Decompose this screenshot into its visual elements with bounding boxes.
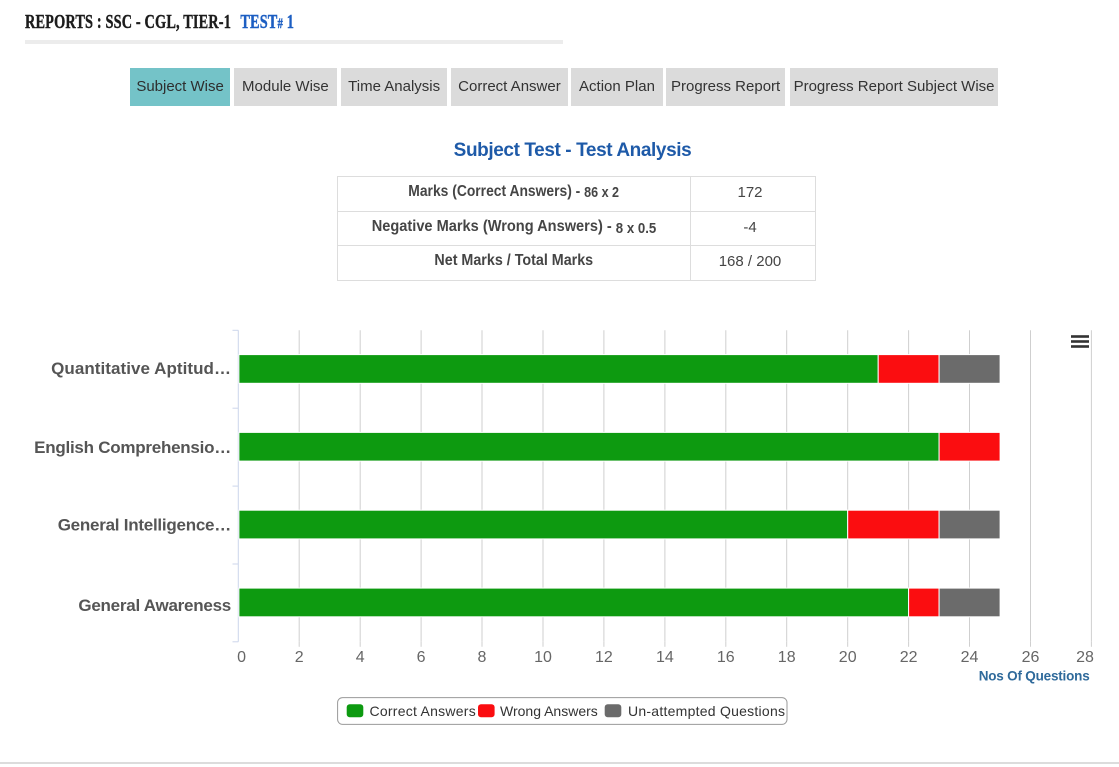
svg-text:16: 16 (717, 649, 735, 666)
svg-text:24: 24 (961, 649, 979, 666)
svg-text:18: 18 (778, 649, 796, 666)
svg-text:Quantitative Aptitud…: Quantitative Aptitud… (51, 359, 231, 378)
svg-text:8: 8 (478, 649, 487, 666)
svg-text:Un-attempted Questions: Un-attempted Questions (628, 703, 785, 719)
svg-text:22: 22 (900, 649, 918, 666)
svg-text:Nos Of Questions: Nos Of Questions (979, 669, 1090, 684)
svg-text:28: 28 (1076, 649, 1094, 666)
svg-text:6: 6 (417, 649, 426, 666)
svg-text:12: 12 (595, 649, 613, 666)
svg-text:14: 14 (656, 649, 674, 666)
svg-text:General Intelligence…: General Intelligence… (58, 516, 231, 535)
svg-text:26: 26 (1022, 649, 1040, 666)
svg-text:2: 2 (295, 649, 304, 666)
svg-text:0: 0 (237, 649, 246, 666)
svg-text:10: 10 (534, 649, 552, 666)
svg-text:4: 4 (356, 649, 365, 666)
svg-text:20: 20 (839, 649, 857, 666)
svg-text:English Comprehensio…: English Comprehensio… (34, 438, 231, 457)
svg-text:Correct Answers: Correct Answers (370, 703, 476, 719)
svg-text:Wrong Answers: Wrong Answers (500, 703, 598, 719)
svg-text:General Awareness: General Awareness (78, 596, 231, 615)
